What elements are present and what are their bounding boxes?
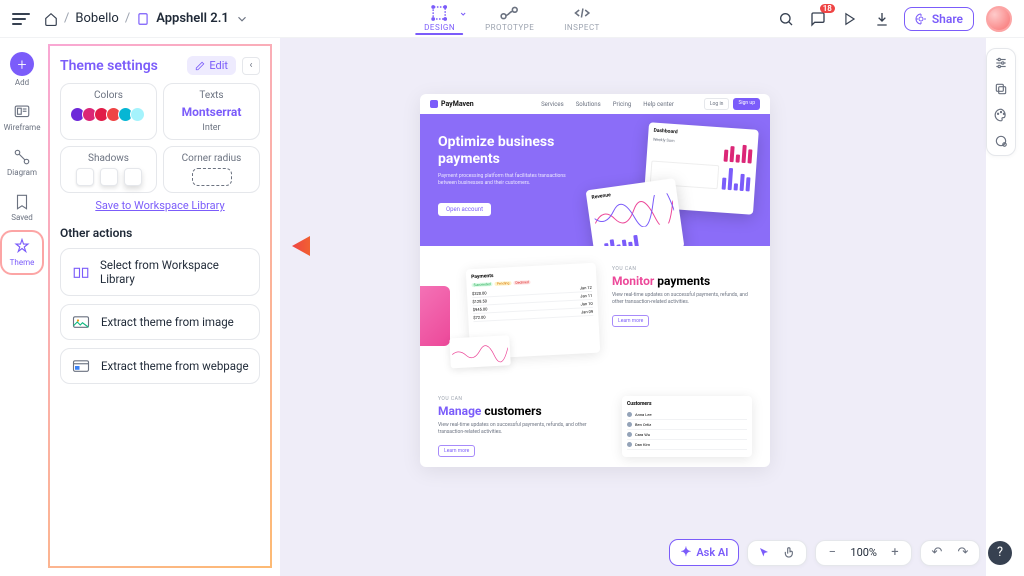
rail-wireframe[interactable]: Wireframe bbox=[2, 97, 42, 138]
mode-inspect[interactable]: INSPECT bbox=[564, 4, 600, 32]
right-rail bbox=[986, 48, 1016, 156]
comments-icon[interactable]: 18 bbox=[808, 9, 828, 29]
panel-title: Theme settings bbox=[60, 58, 158, 74]
file-icon bbox=[136, 12, 150, 26]
image-icon bbox=[71, 314, 91, 330]
notif-badge: 18 bbox=[820, 4, 835, 13]
avatar[interactable] bbox=[986, 6, 1012, 32]
top-right-actions: 18 Share bbox=[776, 6, 1012, 32]
settings-icon[interactable] bbox=[993, 55, 1009, 71]
theme-panel: Theme settings Edit ‹ Colors Texts Monts… bbox=[48, 44, 272, 568]
menu-icon[interactable] bbox=[12, 13, 30, 25]
download-icon[interactable] bbox=[872, 9, 892, 29]
mode-design[interactable]: DESIGN bbox=[424, 4, 455, 32]
search-icon[interactable] bbox=[776, 9, 796, 29]
rail-saved[interactable]: Saved bbox=[2, 187, 42, 228]
action-extract-image[interactable]: Extract theme from image bbox=[60, 304, 260, 340]
history-controls: ↶ ↷ bbox=[920, 540, 980, 566]
rail-add[interactable]: +Add bbox=[2, 46, 42, 93]
rail-diagram[interactable]: Diagram bbox=[2, 142, 42, 183]
share-button[interactable]: Share bbox=[904, 7, 974, 31]
preview-manage-section: YOU CAN Manage customers View real-time … bbox=[420, 376, 770, 467]
other-actions-title: Other actions bbox=[60, 226, 260, 240]
colors-tile[interactable]: Colors bbox=[60, 83, 157, 140]
ask-ai-button[interactable]: ✦Ask AI bbox=[669, 539, 739, 566]
bottom-toolbar: ✦Ask AI − 100% + ↶ ↷ ? bbox=[669, 539, 1012, 566]
preview-monitor-section: Payments SucceededPendingDeclined $320.0… bbox=[420, 246, 770, 376]
preview-hero: Optimize business payments Payment proce… bbox=[420, 114, 770, 246]
breadcrumb: / Bobello / Appshell 2.1 bbox=[44, 11, 249, 26]
preview-chart-mock: Revenue bbox=[586, 178, 685, 246]
preview-header: PayMaven Services Solutions Pricing Help… bbox=[420, 94, 770, 114]
top-bar: / Bobello / Appshell 2.1 DESIGN PROTOTYP… bbox=[0, 0, 1024, 38]
shadows-tile[interactable]: Shadows bbox=[60, 146, 157, 193]
mode-switcher: DESIGN PROTOTYPE INSPECT bbox=[424, 4, 600, 32]
hand-icon[interactable] bbox=[782, 545, 798, 561]
chevron-down-icon[interactable] bbox=[235, 12, 249, 26]
artboard-preview[interactable]: PayMaven Services Solutions Pricing Help… bbox=[420, 94, 770, 467]
mode-prototype[interactable]: PROTOTYPE bbox=[485, 4, 534, 32]
library-icon bbox=[71, 264, 90, 280]
zoom-controls: − 100% + bbox=[815, 540, 912, 566]
redo-icon[interactable]: ↷ bbox=[955, 545, 971, 561]
undo-icon[interactable]: ↶ bbox=[929, 545, 945, 561]
ai-icon[interactable] bbox=[993, 133, 1009, 149]
webpage-icon bbox=[71, 358, 91, 374]
zoom-in-button[interactable]: + bbox=[887, 545, 903, 561]
play-icon[interactable] bbox=[840, 9, 860, 29]
cursor-tools bbox=[747, 540, 807, 566]
home-icon[interactable] bbox=[44, 12, 58, 26]
corner-tile[interactable]: Corner radius bbox=[163, 146, 260, 193]
zoom-out-button[interactable]: − bbox=[824, 545, 840, 561]
pointer-icon[interactable] bbox=[756, 545, 772, 561]
breadcrumb-workspace[interactable]: Bobello bbox=[75, 11, 118, 26]
canvas[interactable]: PayMaven Services Solutions Pricing Help… bbox=[280, 38, 986, 576]
collapse-icon[interactable]: ‹ bbox=[242, 57, 260, 75]
action-extract-webpage[interactable]: Extract theme from webpage bbox=[60, 348, 260, 384]
color-swatches bbox=[73, 105, 145, 124]
action-select-library[interactable]: Select from Workspace Library bbox=[60, 248, 260, 296]
preview-logo: PayMaven bbox=[430, 100, 474, 108]
palette-icon[interactable] bbox=[993, 107, 1009, 123]
edit-button[interactable]: Edit bbox=[187, 56, 236, 75]
layers-icon[interactable] bbox=[993, 81, 1009, 97]
rail-theme[interactable]: Theme bbox=[2, 232, 42, 273]
zoom-level[interactable]: 100% bbox=[850, 546, 877, 559]
breadcrumb-file[interactable]: Appshell 2.1 bbox=[156, 11, 229, 26]
help-button[interactable]: ? bbox=[988, 541, 1012, 565]
chevron-down-icon[interactable] bbox=[459, 10, 467, 18]
texts-tile[interactable]: Texts Montserrat Inter bbox=[163, 83, 260, 140]
left-rail: +Add Wireframe Diagram Saved Theme bbox=[0, 38, 44, 576]
save-to-library-link[interactable]: Save to Workspace Library bbox=[60, 199, 260, 212]
